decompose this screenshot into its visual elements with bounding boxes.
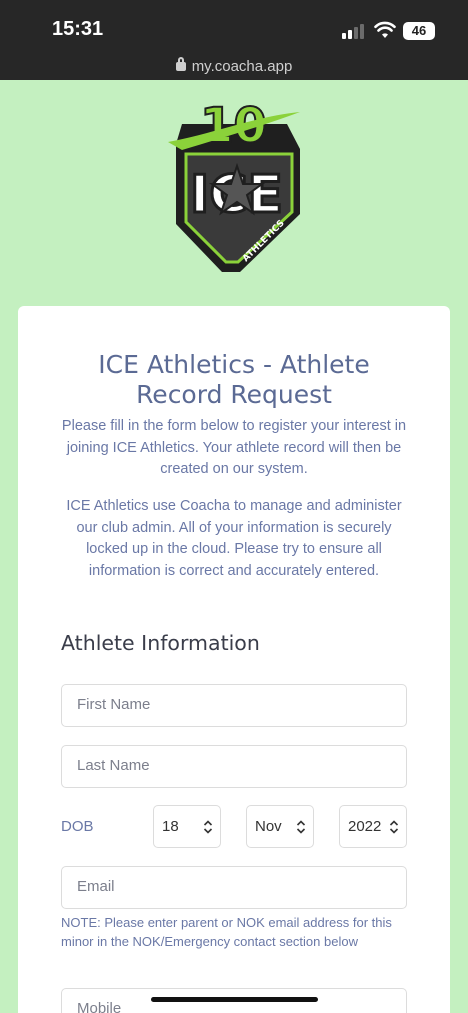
form-title-line-1: ICE Athletics - Athlete	[98, 350, 370, 379]
address-bar[interactable]: my.coacha.app	[0, 57, 468, 75]
chevron-updown-icon	[389, 820, 399, 834]
form-title: ICE Athletics - Athlete Record Request	[18, 350, 450, 410]
section-title-athlete-information: Athlete Information	[61, 631, 260, 655]
security-text: ICE Athletics use Coacha to manage and a…	[66, 498, 402, 579]
first-name-input[interactable]: First Name	[61, 684, 407, 727]
chevron-updown-icon	[203, 820, 213, 834]
clock: 15:31	[52, 18, 104, 40]
form-title-line-2: Record Request	[136, 380, 332, 409]
first-name-placeholder: First Name	[77, 696, 151, 713]
home-indicator[interactable]	[151, 997, 318, 1002]
status-bar: 15:31 46 my.coacha.app	[0, 0, 468, 80]
lock-icon	[175, 57, 186, 71]
last-name-placeholder: Last Name	[77, 757, 150, 774]
battery-icon: 46	[403, 22, 435, 40]
cellular-signal-icon	[342, 23, 366, 39]
ice-athletics-logo: 10 ICE ATHLETICS	[168, 97, 300, 272]
dob-year-value: 2022	[348, 818, 382, 835]
form-card: ICE Athletics - Athlete Record Request P…	[18, 306, 450, 1013]
chevron-updown-icon	[296, 820, 306, 834]
dob-day-value: 18	[162, 818, 179, 835]
dob-day-select[interactable]: 18	[153, 805, 221, 848]
email-note: NOTE: Please enter parent or NOK email a…	[61, 915, 392, 949]
last-name-input[interactable]: Last Name	[61, 745, 407, 788]
dob-month-value: Nov	[255, 818, 282, 835]
url-text: my.coacha.app	[191, 58, 293, 75]
intro-text: Please fill in the form below to registe…	[61, 418, 407, 477]
dob-label: DOB	[61, 818, 94, 835]
mobile-placeholder: Mobile	[77, 1000, 122, 1013]
email-input[interactable]: Email	[61, 866, 407, 909]
dob-year-select[interactable]: 2022	[339, 805, 407, 848]
wifi-icon	[374, 21, 396, 38]
email-placeholder: Email	[77, 878, 115, 895]
dob-month-select[interactable]: Nov	[246, 805, 314, 848]
